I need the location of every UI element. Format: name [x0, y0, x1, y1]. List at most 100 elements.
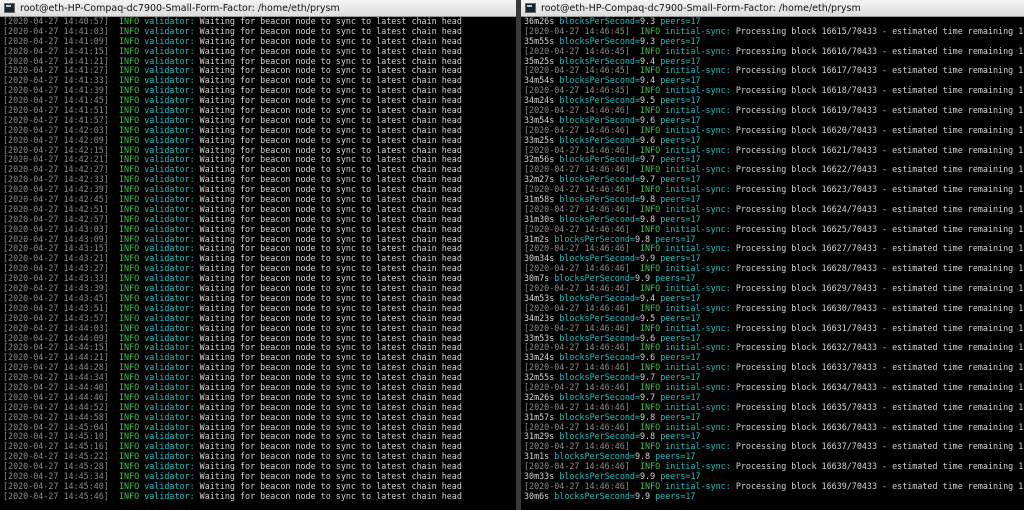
log-component: validator: — [144, 213, 195, 224]
block-number: 16627 — [821, 243, 847, 254]
block-number: 16617 — [821, 65, 847, 76]
msg-suffix: - estimated time remaining 1h — [877, 302, 1024, 313]
log-component: validator: — [144, 114, 195, 125]
log-level: INFO — [118, 490, 140, 501]
log-timestamp: [2020-04-27 14:43:21] — [3, 253, 109, 264]
peers-count: peers=17 — [660, 253, 701, 264]
bps-value: 9.8 — [640, 194, 656, 205]
sync-stats-line: 30m6s blocksPerSecond=9.9 peers=17 — [524, 490, 1024, 502]
peers-count: peers=17 — [660, 174, 701, 185]
log-component: validator: — [144, 342, 195, 353]
msg-suffix: - estimated time remaining 1h — [877, 322, 1024, 333]
msg-prefix: Processing block — [735, 243, 822, 254]
log-timestamp: [2020-04-27 14:46:46] — [524, 362, 630, 373]
right-terminal-window[interactable]: root@eth-HP-Compaq-dc7900-Small-Form-Fac… — [521, 0, 1024, 510]
remaining-time: 33m54s — [524, 114, 555, 125]
log-component: initial-sync: — [665, 461, 731, 472]
remaining-time: 30m7s — [524, 273, 550, 284]
bps-key: blocksPerSecond= — [559, 391, 640, 402]
terminal-icon — [525, 3, 536, 13]
log-component: initial-sync: — [665, 381, 731, 392]
log-component: validator: — [144, 45, 195, 56]
log-timestamp: [2020-04-27 14:43:27] — [3, 263, 109, 274]
log-timestamp: [2020-04-27 14:41:15] — [3, 45, 109, 56]
log-message: Waiting for beacon node to sync to lates… — [199, 362, 462, 373]
bps-key: blocksPerSecond= — [559, 35, 640, 46]
log-timestamp: [2020-04-27 14:45:40] — [3, 480, 109, 491]
log-component: validator: — [144, 85, 195, 96]
log-timestamp: [2020-04-27 14:46:46] — [524, 381, 630, 392]
block-total: 70433 — [851, 105, 878, 116]
bps-key: blocksPerSecond= — [559, 312, 640, 323]
log-level: INFO — [118, 401, 140, 412]
log-component: validator: — [144, 263, 195, 274]
bps-value: 9.9 — [640, 470, 656, 481]
log-timestamp: [2020-04-27 14:44:46] — [3, 391, 109, 402]
log-message: Waiting for beacon node to sync to lates… — [199, 194, 462, 205]
bps-key: blocksPerSecond= — [559, 411, 640, 422]
log-timestamp: [2020-04-27 14:42:33] — [3, 174, 109, 185]
log-level: INFO — [118, 470, 140, 481]
log-component: validator: — [144, 283, 195, 294]
log-level: INFO — [639, 124, 661, 135]
msg-prefix: Processing block — [735, 45, 822, 56]
msg-prefix: Processing block — [735, 144, 822, 155]
msg-suffix: - estimated time remaining 1h — [877, 441, 1024, 452]
log-level: INFO — [639, 223, 661, 234]
log-timestamp: [2020-04-27 14:44:15] — [3, 342, 109, 353]
block-total: 70433 — [851, 65, 878, 76]
log-level: INFO — [118, 352, 140, 363]
log-component: validator: — [144, 124, 195, 135]
log-message: Waiting for beacon node to sync to lates… — [199, 431, 462, 442]
remaining-time: 34m53s — [524, 292, 555, 303]
left-title-bar[interactable]: root@eth-HP-Compaq-dc7900-Small-Form-Fac… — [0, 0, 516, 17]
log-component: validator: — [144, 223, 195, 234]
bps-value: 9.9 — [640, 253, 656, 264]
right-title-bar[interactable]: root@eth-HP-Compaq-dc7900-Small-Form-Fac… — [521, 0, 1024, 17]
log-message: Waiting for beacon node to sync to lates… — [199, 134, 462, 145]
bps-key: blocksPerSecond= — [559, 372, 640, 383]
log-timestamp: [2020-04-27 14:46:46] — [524, 441, 630, 452]
log-component: initial-sync: — [665, 65, 731, 76]
block-total: 70433 — [851, 322, 878, 333]
log-timestamp: [2020-04-27 14:43:57] — [3, 312, 109, 323]
log-timestamp: [2020-04-27 14:46:46] — [524, 342, 630, 353]
left-terminal-output[interactable]: [2020-04-27 14:40:57] INFO validator: Wa… — [3, 17, 516, 510]
block-total: 70433 — [851, 461, 878, 472]
log-timestamp: [2020-04-27 14:46:46] — [524, 105, 630, 116]
log-timestamp: [2020-04-27 14:41:45] — [3, 95, 109, 106]
log-level: INFO — [118, 55, 140, 66]
peers-count: peers=17 — [660, 35, 701, 46]
log-level: INFO — [118, 332, 140, 343]
block-total: 70433 — [851, 45, 878, 56]
log-message: Waiting for beacon node to sync to lates… — [199, 233, 462, 244]
block-number: 16615 — [821, 25, 847, 36]
block-total: 70433 — [851, 144, 878, 155]
block-total: 70433 — [851, 25, 878, 36]
msg-prefix: Processing block — [735, 85, 822, 96]
log-message: Waiting for beacon node to sync to lates… — [199, 411, 462, 422]
block-number: 16638 — [821, 461, 847, 472]
msg-suffix: - estimated time remaining 1h — [877, 243, 1024, 254]
peers-count: peers=17 — [660, 213, 701, 224]
log-message: Waiting for beacon node to sync to lates… — [199, 124, 462, 135]
log-timestamp: [2020-04-27 14:44:52] — [3, 401, 109, 412]
log-level: INFO — [118, 480, 140, 491]
log-level: INFO — [118, 17, 140, 26]
bps-key: blocksPerSecond= — [559, 75, 640, 86]
log-level: INFO — [118, 283, 140, 294]
left-terminal-window[interactable]: root@eth-HP-Compaq-dc7900-Small-Form-Fac… — [0, 0, 516, 510]
bps-value: 9.7 — [640, 174, 656, 185]
log-component: initial-sync: — [665, 184, 731, 195]
block-number: 16618 — [821, 85, 847, 96]
block-number: 16620 — [821, 124, 847, 135]
peers-count: peers=17 — [660, 292, 701, 303]
log-level: INFO — [639, 203, 661, 214]
log-message: Waiting for beacon node to sync to lates… — [199, 273, 462, 284]
log-component: initial-sync: — [665, 342, 731, 353]
right-terminal-output[interactable]: 36m26s blocksPerSecond=9.3 peers=17 [2020… — [524, 17, 1024, 510]
remaining-time: 32m55s — [524, 372, 555, 383]
block-total: 70433 — [851, 203, 878, 214]
msg-prefix: Processing block — [735, 362, 822, 373]
bps-value: 9.9 — [634, 490, 651, 501]
